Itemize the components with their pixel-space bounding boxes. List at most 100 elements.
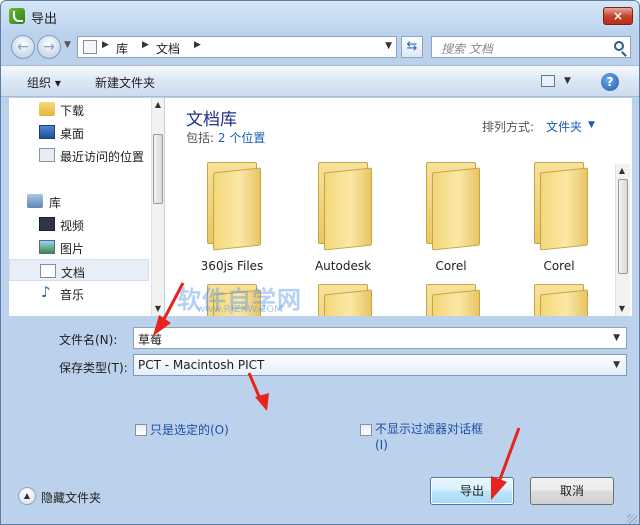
document-library-icon <box>40 264 56 278</box>
sidebar-item-label: 桌面 <box>60 127 85 141</box>
chevron-down-icon[interactable]: ▼ <box>613 333 620 343</box>
command-bar: 组织 ▾ 新建文件夹 ▼ ? <box>1 65 639 97</box>
sidebar-item-label: 文档 <box>61 266 86 280</box>
picture-library-icon <box>39 240 55 254</box>
no-filter-dialog-label[interactable]: 不显示过滤器对话框 (I) <box>375 421 495 453</box>
arrange-by-dropdown[interactable]: 文件夹 <box>546 118 582 135</box>
recent-places-icon <box>39 148 55 162</box>
sidebar-item-music[interactable]: 音乐 <box>9 282 149 304</box>
window-title: 导出 <box>31 12 58 27</box>
chevron-right-icon[interactable]: ▶ <box>142 40 149 50</box>
breadcrumb-documents[interactable]: 文档 <box>156 40 180 57</box>
sidebar-item-desktop[interactable]: 桌面 <box>9 121 149 143</box>
folder-icon <box>318 158 376 251</box>
title-bar: 导出 × <box>1 1 639 31</box>
sidebar-item-label: 下载 <box>60 104 85 118</box>
resize-grip[interactable] <box>627 514 637 524</box>
cancel-button[interactable]: 取消 <box>530 477 614 505</box>
chevron-right-icon[interactable]: ▶ <box>102 40 109 50</box>
annotation-arrow <box>491 427 521 500</box>
library-title: 文档库 <box>186 110 237 130</box>
chevron-down-icon[interactable]: ▼ <box>613 360 620 370</box>
scroll-down-icon[interactable]: ▼ <box>616 302 628 316</box>
folder-item[interactable]: Corel <box>401 158 501 278</box>
sidebar-item-label: 图片 <box>60 242 85 256</box>
breadcrumb-library[interactable]: 库 <box>116 40 128 57</box>
file-list-scrollbar[interactable]: ▲ ▼ <box>615 164 630 316</box>
folder-icon <box>207 158 265 251</box>
library-includes: 包括: 2 个位置 <box>186 129 265 146</box>
libraries-icon <box>27 194 43 208</box>
search-icon[interactable] <box>614 41 624 51</box>
help-icon[interactable]: ? <box>601 73 619 91</box>
video-library-icon <box>39 217 55 231</box>
save-form: 文件名(N): 草莓 ▼ 保存类型(T): PCT - Macintosh PI… <box>1 319 639 524</box>
export-dialog: 导出 × ← → ▼ ▶ 库 ▶ 文档 ▶ ▼ ⇆ 搜索 文档 组织 ▾ 新建文… <box>0 0 640 525</box>
chevron-down-icon[interactable]: ▼ <box>588 120 595 130</box>
address-bar[interactable]: ▶ 库 ▶ 文档 ▶ ▼ <box>77 36 397 58</box>
navigation-pane: 下载 桌面 最近访问的位置 库 视频 图片 文档 音乐 <box>9 98 164 316</box>
folder-label: Autodesk <box>314 259 372 273</box>
sidebar-item-pictures[interactable]: 图片 <box>9 236 149 258</box>
folder-item[interactable] <box>509 280 609 316</box>
filetype-value: PCT - Macintosh PICT <box>138 358 265 372</box>
filetype-select[interactable]: PCT - Macintosh PICT ▼ <box>133 354 627 376</box>
search-input[interactable]: 搜索 文档 <box>441 40 493 57</box>
library-locations-link[interactable]: 2 个位置 <box>218 131 265 145</box>
sidebar-item-downloads[interactable]: 下载 <box>9 98 149 120</box>
sidebar-item-recent-places[interactable]: 最近访问的位置 <box>9 144 149 166</box>
arrange-by-label: 排列方式: <box>482 120 535 134</box>
download-folder-icon <box>39 102 55 116</box>
sidebar-item-label: 最近访问的位置 <box>60 150 145 164</box>
selected-only-label[interactable]: 只是选定的(O) <box>150 421 229 438</box>
folder-label: 360js Files <box>200 259 264 273</box>
view-options-dropdown-icon[interactable]: ▼ <box>564 76 571 86</box>
organize-button[interactable]: 组织 ▾ <box>27 74 61 91</box>
history-dropdown-icon[interactable]: ▼ <box>64 40 71 50</box>
watermark-url: www.RJZXW.COM <box>197 304 283 315</box>
includes-label: 包括: <box>186 131 215 145</box>
hide-folders-label: 隐藏文件夹 <box>41 491 102 505</box>
filetype-label: 保存类型(T): <box>59 361 128 375</box>
chevron-up-icon[interactable]: ▲ <box>18 487 36 505</box>
refresh-button[interactable]: ⇆ <box>401 36 423 58</box>
new-folder-button[interactable]: 新建文件夹 <box>95 74 155 91</box>
search-box[interactable]: 搜索 文档 <box>431 36 631 58</box>
sidebar-item-label: 视频 <box>60 219 85 233</box>
chevron-right-icon[interactable]: ▶ <box>194 40 201 50</box>
close-button[interactable]: × <box>603 7 633 25</box>
scroll-up-icon[interactable]: ▲ <box>616 164 628 178</box>
change-view-icon[interactable] <box>541 75 555 87</box>
sidebar-item-label: 音乐 <box>60 288 85 302</box>
folder-item[interactable] <box>293 280 393 316</box>
location-icon <box>83 40 97 54</box>
folder-label: Corel <box>543 259 575 273</box>
selected-only-checkbox[interactable] <box>135 424 147 436</box>
no-filter-dialog-checkbox[interactable] <box>360 424 372 436</box>
address-row: ← → ▼ ▶ 库 ▶ 文档 ▶ ▼ ⇆ 搜索 文档 <box>1 31 639 63</box>
sidebar-item-libraries[interactable]: 库 <box>9 190 149 212</box>
folder-icon <box>426 280 484 316</box>
folder-icon <box>318 280 376 316</box>
folder-label: Corel <box>435 259 467 273</box>
annotation-arrow <box>153 282 185 336</box>
sidebar-item-label: 库 <box>49 196 62 210</box>
desktop-icon <box>39 125 55 139</box>
back-button[interactable]: ← <box>11 35 35 59</box>
scroll-up-icon[interactable]: ▲ <box>152 98 164 112</box>
sidebar-item-videos[interactable]: 视频 <box>9 213 149 235</box>
scroll-thumb[interactable] <box>153 134 163 204</box>
filename-field[interactable]: 草莓 ▼ <box>133 327 627 349</box>
folder-item[interactable] <box>401 280 501 316</box>
annotation-arrow <box>247 372 269 411</box>
folder-icon <box>534 158 592 251</box>
folder-item[interactable]: Corel <box>509 158 609 278</box>
folder-item[interactable]: 360js Files <box>182 158 282 278</box>
app-icon <box>9 8 25 24</box>
folder-item[interactable]: Autodesk <box>293 158 393 278</box>
sidebar-item-documents[interactable]: 文档 <box>9 259 149 281</box>
music-library-icon <box>39 283 55 301</box>
forward-button[interactable]: → <box>37 35 61 59</box>
address-dropdown-icon[interactable]: ▼ <box>385 41 392 51</box>
scroll-thumb[interactable] <box>618 179 628 274</box>
